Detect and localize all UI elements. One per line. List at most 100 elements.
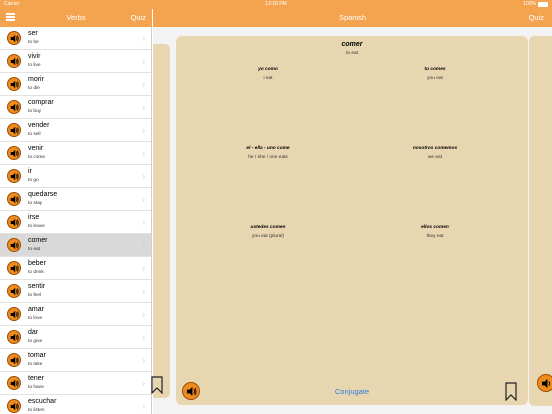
verb-list-item[interactable]: comer to eat › bbox=[0, 234, 151, 257]
verb-translation: to stay bbox=[28, 201, 43, 206]
form-translation: he / she / one eats bbox=[248, 155, 288, 160]
battery-percent: 100% bbox=[523, 1, 536, 7]
speaker-icon[interactable] bbox=[7, 169, 21, 183]
speaker-icon[interactable] bbox=[7, 376, 21, 390]
verb-list-item[interactable]: morir to die › bbox=[0, 73, 151, 96]
verb-translation: to drink bbox=[28, 270, 44, 275]
speaker-icon[interactable] bbox=[7, 330, 21, 344]
verb-list-item[interactable]: escuchar to listen › bbox=[0, 395, 151, 414]
speaker-icon[interactable] bbox=[7, 123, 21, 137]
battery-indicator: 100% bbox=[523, 1, 548, 7]
conjugation-card: comer to eat yo como i eat tu comes you … bbox=[176, 36, 528, 405]
verb-word: comer bbox=[28, 237, 48, 244]
form-translation: we eat bbox=[427, 155, 443, 160]
verb-list-item[interactable]: tomar to take › bbox=[0, 349, 151, 372]
verb-word: quedarse bbox=[28, 191, 58, 198]
card-translation: to eat bbox=[345, 51, 358, 56]
verb-word: dar bbox=[28, 329, 39, 336]
chevron-right-icon: › bbox=[142, 333, 145, 342]
form-translation: they eat bbox=[426, 234, 444, 239]
verb-list-item[interactable]: sentir to feel › bbox=[0, 280, 151, 303]
chevron-right-icon: › bbox=[142, 103, 145, 112]
chevron-right-icon: › bbox=[142, 195, 145, 204]
verb-translation: to leave bbox=[28, 224, 45, 229]
verb-translation: to give bbox=[28, 339, 43, 344]
form-translation: you eat (plural) bbox=[252, 234, 284, 239]
verb-word: vivir bbox=[28, 53, 41, 60]
speaker-icon[interactable] bbox=[7, 100, 21, 114]
chevron-right-icon: › bbox=[142, 149, 145, 158]
verb-translation: to go bbox=[28, 178, 39, 183]
verb-list[interactable]: ser to be › vivir to live › morir to die › compra… bbox=[0, 27, 152, 414]
speaker-icon[interactable] bbox=[537, 374, 552, 392]
verb-list-item[interactable]: amar to love › bbox=[0, 303, 151, 326]
verb-translation: to buy bbox=[28, 109, 42, 114]
verb-word: beber bbox=[28, 260, 46, 267]
next-card[interactable] bbox=[529, 36, 552, 406]
speaker-icon[interactable] bbox=[7, 77, 21, 91]
speaker-icon[interactable] bbox=[7, 399, 21, 413]
verb-list-item[interactable]: vivir to live › bbox=[0, 50, 151, 73]
verb-word: amar bbox=[28, 306, 44, 313]
verb-list-item[interactable]: beber to drink › bbox=[0, 257, 151, 280]
verb-list-item[interactable]: vender to sell › bbox=[0, 119, 151, 142]
speaker-icon[interactable] bbox=[7, 284, 21, 298]
bookmark-icon[interactable] bbox=[505, 382, 517, 401]
card-verb: comer bbox=[341, 41, 363, 48]
speaker-icon[interactable] bbox=[7, 215, 21, 229]
sidebar-quiz-button[interactable]: Quiz bbox=[131, 13, 146, 22]
speaker-icon[interactable] bbox=[7, 307, 21, 321]
verb-word: ser bbox=[28, 30, 38, 37]
chevron-right-icon: › bbox=[142, 57, 145, 66]
verb-translation: to come bbox=[28, 155, 46, 160]
chevron-right-icon: › bbox=[142, 287, 145, 296]
form-translation: you eat bbox=[427, 76, 443, 81]
verb-translation: to feel bbox=[28, 293, 42, 298]
chevron-right-icon: › bbox=[142, 264, 145, 273]
chevron-right-icon: › bbox=[142, 218, 145, 227]
speaker-icon[interactable] bbox=[7, 31, 21, 45]
speaker-icon[interactable] bbox=[7, 261, 21, 275]
verb-list-item[interactable]: tener to have › bbox=[0, 372, 151, 395]
verb-list-item[interactable]: venir to come › bbox=[0, 142, 151, 165]
conjugation-cell: tu comes you eat bbox=[375, 67, 495, 81]
clock: 12:18 PM bbox=[265, 1, 287, 7]
verb-translation: to have bbox=[28, 385, 44, 390]
chevron-right-icon: › bbox=[142, 402, 145, 411]
previous-card[interactable] bbox=[151, 44, 170, 398]
speaker-icon[interactable] bbox=[7, 238, 21, 252]
verb-list-item[interactable]: ir to go › bbox=[0, 165, 151, 188]
chevron-right-icon: › bbox=[142, 356, 145, 365]
detail-quiz-button[interactable]: Quiz bbox=[529, 13, 544, 22]
detail-title: Spanish bbox=[338, 13, 367, 22]
verb-translation: to live bbox=[28, 63, 41, 68]
chevron-right-icon: › bbox=[142, 241, 145, 250]
pronoun-form: nosotros comemos bbox=[412, 146, 458, 151]
verb-list-item[interactable]: comprar to buy › bbox=[0, 96, 151, 119]
verb-list-item[interactable]: quedarse to stay › bbox=[0, 188, 151, 211]
verb-word: ir bbox=[28, 168, 32, 175]
verb-list-item[interactable]: dar to give › bbox=[0, 326, 151, 349]
verb-word: tomar bbox=[28, 352, 46, 359]
conjugation-cell: yo como i eat bbox=[208, 67, 328, 81]
speaker-icon[interactable] bbox=[7, 353, 21, 367]
pronoun-form: el - ella - uno come bbox=[246, 146, 290, 151]
pronoun-form: ustedes comen bbox=[250, 225, 286, 230]
pronoun-form: tu comes bbox=[424, 67, 446, 72]
conjugation-cell: ellos comen they eat bbox=[375, 225, 495, 239]
pronoun-form: ellos comen bbox=[421, 225, 449, 230]
verb-list-item[interactable]: ser to be › bbox=[0, 27, 151, 50]
verb-word: vender bbox=[28, 122, 50, 129]
pronoun-form: yo como bbox=[258, 67, 278, 72]
verb-translation: to take bbox=[28, 362, 43, 367]
bookmark-icon[interactable] bbox=[151, 376, 163, 394]
chevron-right-icon: › bbox=[142, 310, 145, 319]
form-translation: i eat bbox=[263, 76, 273, 81]
speaker-icon[interactable] bbox=[7, 146, 21, 160]
speaker-icon[interactable] bbox=[7, 192, 21, 206]
verb-word: comprar bbox=[28, 99, 54, 106]
verb-list-item[interactable]: irse to leave › bbox=[0, 211, 151, 234]
speaker-icon[interactable] bbox=[7, 54, 21, 68]
chevron-right-icon: › bbox=[142, 126, 145, 135]
conjugate-button[interactable]: Conjugate bbox=[176, 387, 528, 396]
